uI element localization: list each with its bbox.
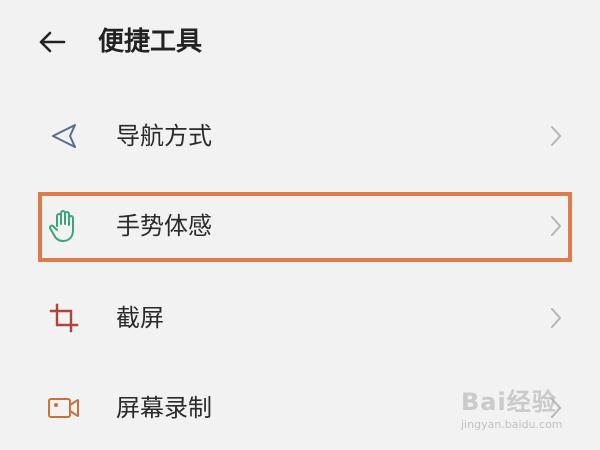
list-item-navigation-mode[interactable]: 导航方式 (0, 96, 600, 176)
list-item-label: 导航方式 (116, 122, 212, 150)
list-item-label: 手势体感 (116, 212, 212, 240)
app-header: 便捷工具 (0, 0, 600, 80)
list-item-screenshot[interactable]: 截屏 (0, 278, 600, 358)
list-item-screen-recording[interactable]: 屏幕录制 (0, 368, 600, 448)
chevron-right-icon (540, 302, 572, 334)
back-button[interactable] (30, 20, 74, 64)
video-record-icon (44, 388, 84, 428)
chevron-right-icon (540, 392, 572, 424)
navigation-arrow-icon (44, 116, 84, 156)
list-item-label: 截屏 (116, 304, 164, 332)
arrow-left-icon (39, 31, 66, 53)
chevron-right-icon (540, 210, 572, 242)
page-title: 便捷工具 (98, 27, 203, 57)
list-item-gesture-motion[interactable]: 手势体感 (0, 186, 600, 266)
hand-gesture-icon (44, 206, 84, 246)
chevron-right-icon (540, 120, 572, 152)
crop-screenshot-icon (44, 298, 84, 338)
list-item-label: 屏幕录制 (116, 394, 212, 422)
